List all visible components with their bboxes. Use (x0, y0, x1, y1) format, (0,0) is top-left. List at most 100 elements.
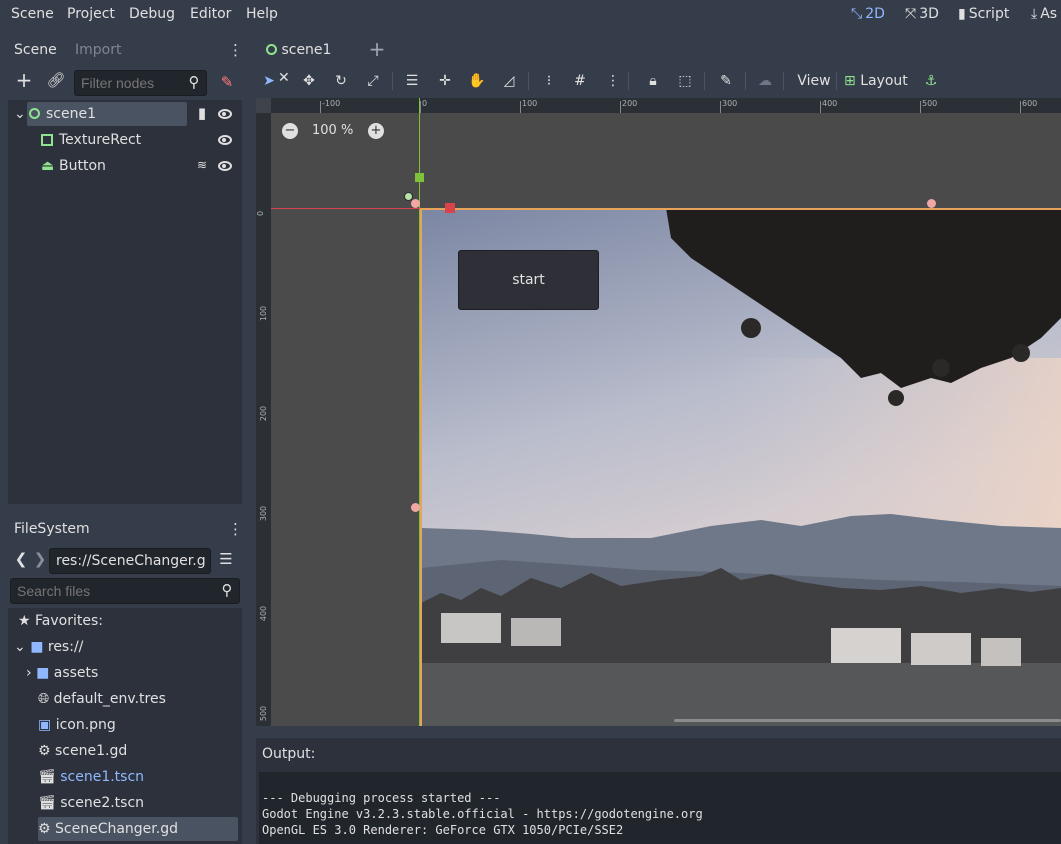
view-menu[interactable]: View (794, 70, 834, 92)
assets-folder-item[interactable]: › ■ assets (26, 661, 98, 685)
file-scenechanger-gd[interactable]: ⚙ SceneChanger.gd (38, 817, 238, 841)
log-line: Godot Engine v3.2.3.stable.official - ht… (262, 807, 703, 821)
visibility-eye-icon[interactable] (218, 135, 232, 145)
favorites-item[interactable]: ★ Favorites: (18, 609, 103, 633)
dock-menu-icon[interactable]: ⋮ (228, 519, 243, 541)
file-scene2-tscn[interactable]: 🎬︎ scene2.tscn (38, 791, 144, 815)
tab-label: scene1 (281, 42, 332, 58)
search-icon: ⚲ (188, 73, 200, 91)
item-label: default_env.tres (53, 691, 166, 707)
group-icon[interactable]: ⬚ (674, 70, 696, 92)
link-icon[interactable]: 🔗︎ (45, 70, 67, 92)
file-scene1-tscn[interactable]: 🎬︎ scene1.tscn (38, 765, 144, 789)
search-files-input[interactable] (10, 578, 240, 604)
smart-snap-icon[interactable]: ⁝ (538, 70, 560, 92)
node-label: scene1 (46, 106, 96, 122)
file-icon-png[interactable]: ▣ icon.png (38, 713, 116, 737)
clapper-icon: 🎬︎ (38, 769, 56, 785)
mode-2d-label: 2D (865, 6, 885, 22)
gear-icon: ⚙ (38, 821, 51, 837)
tab-import[interactable]: Import (67, 36, 129, 64)
dock-menu-icon[interactable]: ⋮ (228, 40, 243, 62)
pan-tool-icon[interactable]: ✋ (466, 70, 488, 92)
scene-tree: ⌄ scene1 ▮ TextureRect ⏏ Button ≋ (8, 100, 242, 504)
scale-tool-icon[interactable]: ⤢ (362, 70, 384, 92)
output-log[interactable]: --- Debugging process started --- Godot … (259, 772, 1061, 844)
zoom-out-icon[interactable]: − (282, 123, 298, 139)
forward-icon[interactable]: ❯ (29, 549, 51, 571)
tree-node-scene1[interactable]: scene1 (27, 102, 187, 126)
output-panel: Output: --- Debugging process started --… (256, 738, 1061, 844)
tab-scene1[interactable]: scene1 ✕ (256, 36, 360, 86)
canvas-offscreen (271, 208, 421, 726)
handle-green[interactable] (415, 173, 424, 182)
anchor-icon[interactable]: ⚓ (920, 70, 942, 92)
button-icon: ⏏ (41, 158, 55, 174)
item-label: scene1.gd (55, 743, 128, 759)
node-label: TextureRect (59, 132, 142, 148)
menu-help[interactable]: Help (246, 6, 278, 22)
resize-handle[interactable] (411, 503, 420, 512)
node-icon (266, 44, 277, 55)
move-tool-icon[interactable]: ✥ (298, 70, 320, 92)
grid-snap-icon[interactable]: # (569, 70, 591, 92)
ruler-label: 0 (256, 210, 266, 217)
file-tree: ★ Favorites: ⌄ ■ res:// › ■ assets 🌐︎ de… (8, 608, 242, 844)
chevron-right-icon: › (26, 665, 32, 681)
ruler-top: -100 0 100 200 300 400 500 600 (256, 98, 1061, 113)
visibility-eye-icon[interactable] (218, 161, 232, 171)
ruler-label: 500 (922, 99, 938, 108)
path-field[interactable]: res://SceneChanger.g (49, 548, 211, 574)
layout-menu[interactable]: ⊞ Layout (844, 70, 908, 92)
script-icon[interactable]: ▮ (191, 103, 213, 125)
ruler-label: 100 (522, 99, 538, 108)
signal-icon[interactable]: ≋ (191, 155, 213, 177)
zoom-level[interactable]: 100 % (312, 123, 353, 138)
canvas-viewport[interactable]: -100 0 100 200 300 400 500 600 0 100 200… (256, 98, 1061, 726)
resize-handle[interactable] (411, 199, 420, 208)
select-tool-icon[interactable]: ➤ (258, 70, 280, 92)
snap-options-icon[interactable]: ⋮ (602, 70, 624, 92)
mode-script-button[interactable]: ▮ Script (958, 6, 1009, 22)
mode-assetlib-button[interactable]: ⤓ As (1031, 6, 1057, 22)
rotate-tool-icon[interactable]: ↻ (330, 70, 352, 92)
ruler-label: 200 (622, 99, 638, 108)
handle-red[interactable] (445, 203, 455, 213)
menu-debug[interactable]: Debug (129, 6, 175, 22)
horizontal-scrollbar[interactable] (674, 719, 1061, 722)
ruler-tick (620, 101, 621, 113)
lock-icon[interactable]: 🔒︎ (642, 70, 664, 92)
file-scene1-gd[interactable]: ⚙ scene1.gd (38, 739, 127, 763)
ruler-tool-icon[interactable]: ◿ (498, 70, 520, 92)
mode-2d-button[interactable]: ⤡ 2D (851, 6, 885, 22)
resize-handle[interactable] (927, 199, 936, 208)
ruler-label: 300 (722, 99, 738, 108)
ruler-tick (420, 101, 421, 113)
tree-node-button[interactable]: ⏏ Button (39, 154, 199, 178)
add-tab-icon[interactable]: + (366, 39, 388, 61)
ruler-label: 500 (259, 705, 269, 722)
split-view-icon[interactable]: ☰ (215, 549, 237, 571)
res-folder-item[interactable]: ⌄ ■ res:// (14, 635, 83, 659)
menu-project[interactable]: Project (67, 6, 115, 22)
menu-editor[interactable]: Editor (190, 6, 231, 22)
mode-3d-button[interactable]: ⤧ 3D (905, 6, 939, 22)
list-select-icon[interactable]: ☰ (401, 70, 423, 92)
start-button[interactable]: start (458, 250, 599, 310)
file-default-env[interactable]: 🌐︎ default_env.tres (38, 687, 166, 711)
tab-scene[interactable]: Scene (6, 36, 65, 64)
ruler-tick (720, 101, 721, 113)
tab-filesystem[interactable]: FileSystem (6, 515, 98, 543)
ruler-label: 100 (259, 305, 269, 322)
star-icon: ★ (18, 613, 31, 629)
add-node-icon[interactable]: + (13, 70, 35, 92)
tree-node-texturerect[interactable]: TextureRect (39, 128, 199, 152)
item-label: SceneChanger.gd (55, 821, 178, 837)
pivot-tool-icon[interactable]: ✛ (434, 70, 456, 92)
menu-scene[interactable]: Scene (11, 6, 54, 22)
camera-override-icon[interactable]: ☁ (754, 70, 776, 92)
zoom-in-icon[interactable]: + (368, 123, 384, 139)
visibility-eye-icon[interactable] (218, 109, 232, 119)
bone-icon[interactable]: ✎ (715, 70, 737, 92)
script-clear-icon[interactable]: ✎ (216, 72, 238, 94)
